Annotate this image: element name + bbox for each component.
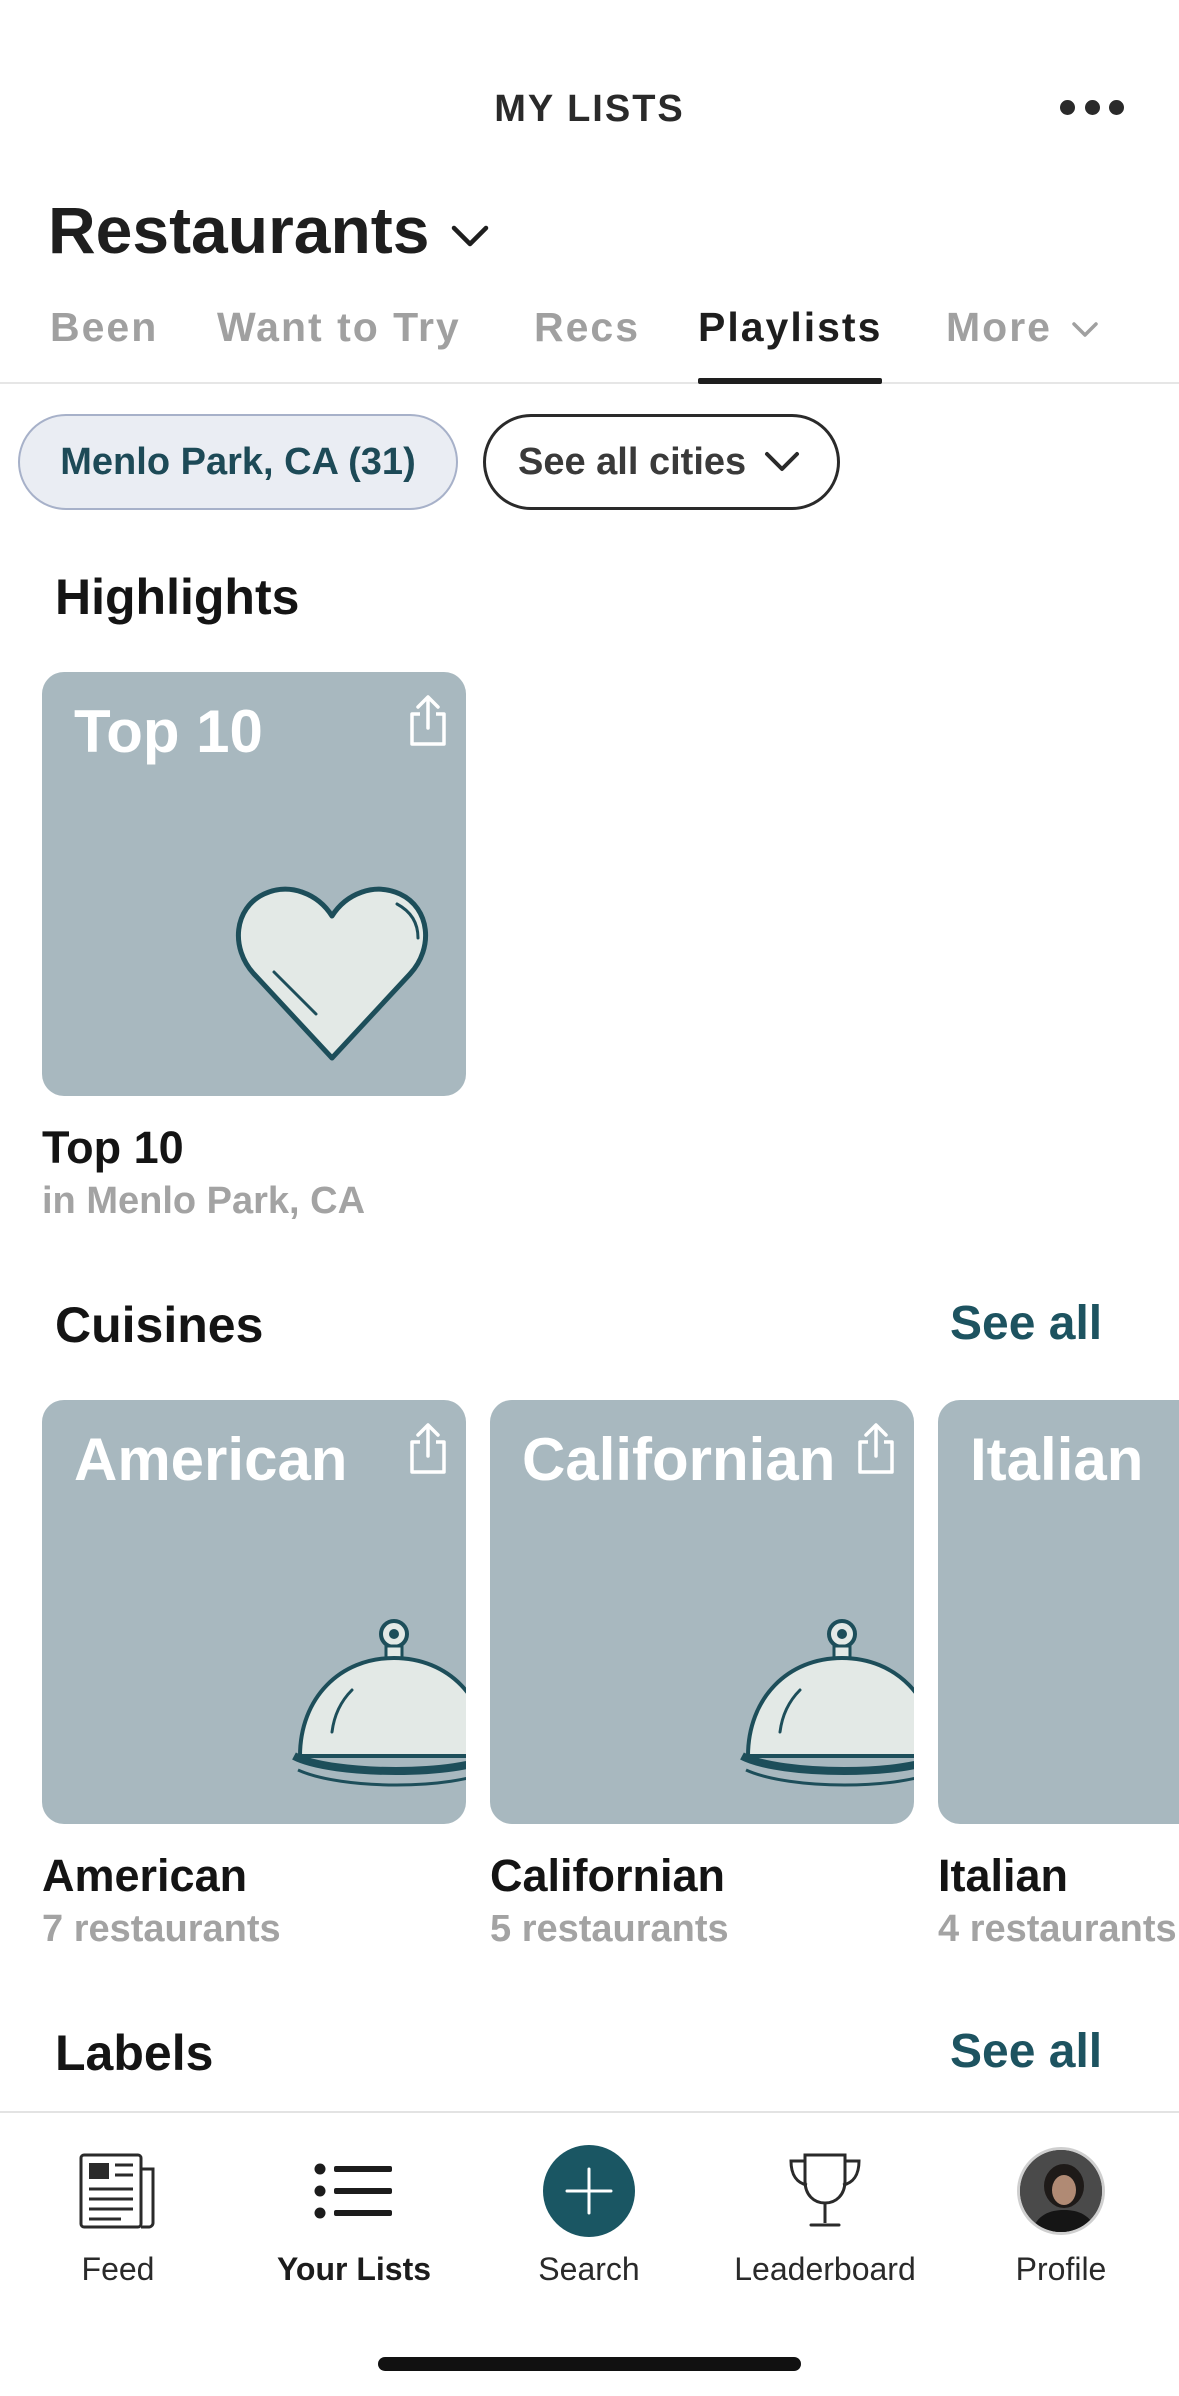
chevron-down-icon (1072, 322, 1099, 337)
nav-your-lists[interactable]: Your Lists (236, 2143, 472, 2288)
cuisine-item-subtitle: 7 restaurants (42, 1908, 281, 1950)
tab-want-to-try[interactable]: Want to Try (217, 304, 461, 382)
bottom-navigation: Feed Your Lists Search Leaderboard Profi… (0, 2111, 1179, 2396)
tab-more[interactable]: More (946, 304, 1099, 382)
heart-icon (235, 886, 429, 1061)
more-options-icon[interactable] (1060, 96, 1124, 118)
cuisines-see-all-link[interactable]: See all (950, 1296, 1102, 1351)
list-icon (314, 2163, 392, 2219)
list-type-selector[interactable]: Restaurants (48, 192, 489, 268)
american-card[interactable]: American (42, 1400, 466, 1824)
card-title: Italian (970, 1426, 1144, 1493)
city-filter-label: Menlo Park, CA (31) (60, 440, 416, 483)
see-all-cities-label: See all cities (518, 440, 747, 483)
nav-profile-label: Profile (1015, 2251, 1107, 2287)
share-icon[interactable] (406, 1422, 450, 1476)
cuisine-item-name[interactable]: Californian (490, 1850, 725, 1902)
page-title: Restaurants (48, 193, 430, 267)
highlight-item-name[interactable]: Top 10 (42, 1122, 184, 1174)
top10-card[interactable]: Top 10 (42, 672, 466, 1096)
plus-icon (543, 2145, 635, 2237)
highlight-item-subtitle: in Menlo Park, CA (42, 1180, 366, 1222)
highlights-title: Highlights (55, 569, 300, 625)
share-icon[interactable] (406, 694, 450, 748)
cloche-icon (740, 1619, 914, 1787)
labels-see-all-link[interactable]: See all (950, 2024, 1102, 2079)
cuisine-item-subtitle: 4 restaurants (938, 1908, 1177, 1950)
cloche-icon (292, 1619, 466, 1787)
tab-been[interactable]: Been (50, 304, 158, 382)
cuisines-title: Cuisines (55, 1297, 264, 1353)
nav-feed[interactable]: Feed (0, 2143, 236, 2288)
italian-card[interactable]: Italian (938, 1400, 1179, 1824)
card-title: Californian (522, 1426, 836, 1493)
home-indicator (378, 2357, 801, 2371)
cuisine-item-name[interactable]: Italian (938, 1850, 1068, 1902)
avatar (1017, 2147, 1105, 2235)
card-title: Top 10 (74, 698, 263, 765)
cuisine-item-name[interactable]: American (42, 1850, 247, 1902)
nav-leaderboard-label: Leaderboard (734, 2251, 916, 2287)
tab-recs[interactable]: Recs (534, 304, 640, 382)
header-title: MY LISTS (494, 88, 685, 130)
nav-leaderboard[interactable]: Leaderboard (707, 2143, 943, 2288)
chevron-down-icon (765, 452, 800, 471)
labels-title: Labels (55, 2025, 214, 2081)
californian-card[interactable]: Californian (490, 1400, 914, 1824)
nav-search-label: Search (538, 2251, 640, 2287)
cuisine-item-subtitle: 5 restaurants (490, 1908, 729, 1950)
chevron-down-icon (452, 225, 489, 247)
card-title: American (74, 1426, 348, 1493)
city-filter-chip[interactable]: Menlo Park, CA (31) (18, 414, 458, 510)
tab-more-label: More (946, 304, 1052, 350)
newspaper-icon (79, 2153, 155, 2229)
see-all-cities-button[interactable]: See all cities (483, 414, 840, 510)
nav-search[interactable]: Search (471, 2143, 707, 2288)
trophy-icon (789, 2153, 861, 2227)
nav-your-lists-label: Your Lists (276, 2251, 432, 2287)
tab-playlists[interactable]: Playlists (698, 304, 883, 384)
share-icon[interactable] (854, 1422, 898, 1476)
category-tabs: Been Want to Try Recs Playlists More (0, 304, 1179, 384)
nav-feed-label: Feed (81, 2251, 155, 2287)
nav-profile[interactable]: Profile (943, 2143, 1179, 2288)
